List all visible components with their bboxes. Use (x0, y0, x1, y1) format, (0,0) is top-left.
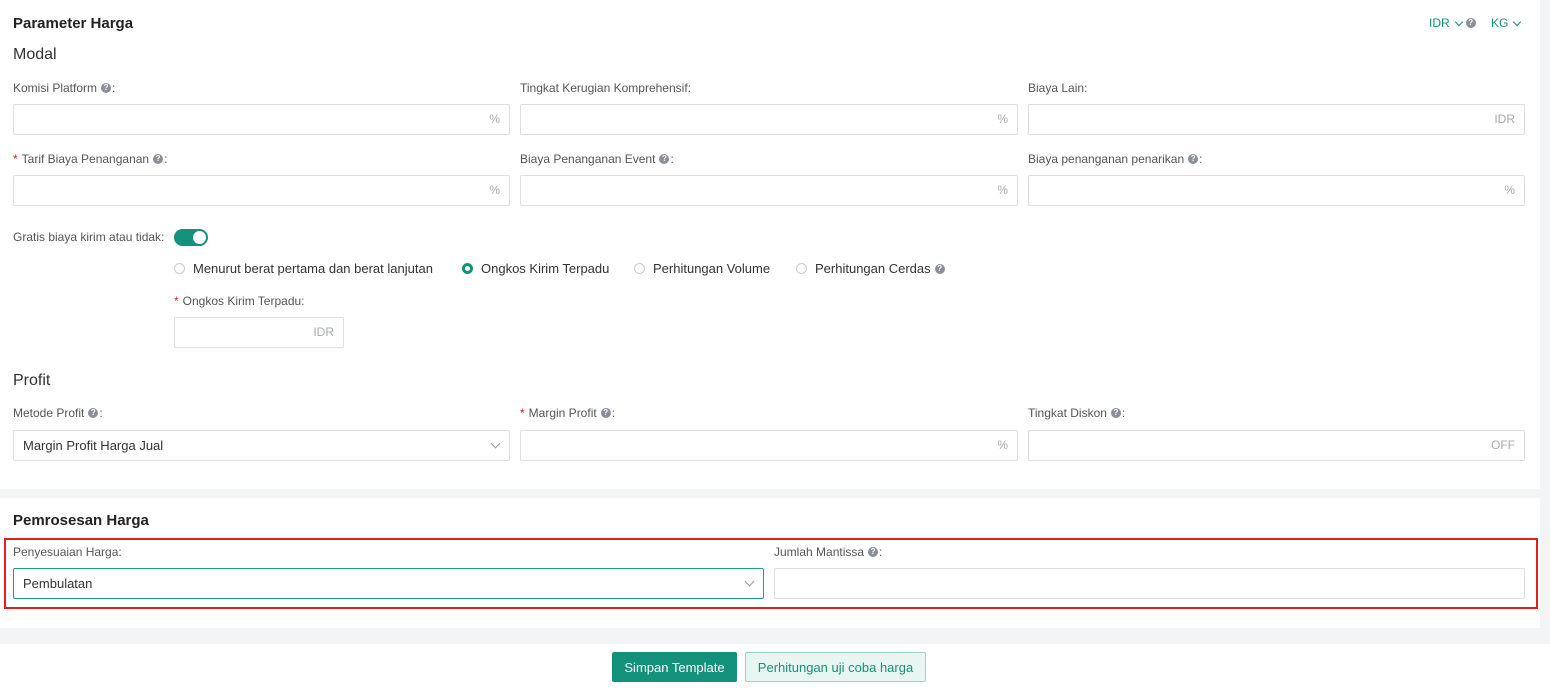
percent-suffix: % (997, 183, 1008, 197)
percent-suffix: % (1504, 183, 1515, 197)
free-shipping-toggle[interactable] (174, 229, 208, 246)
radio-icon (174, 263, 185, 274)
help-icon: ? (934, 263, 945, 274)
subsection-title-modal: Modal (13, 46, 57, 63)
profit-method-select[interactable]: Margin Profit Harga Jual (13, 430, 510, 461)
label-text: Metode Profit (13, 406, 85, 420)
help-icon: ? (1465, 18, 1476, 28)
subsection-title-profit: Profit (13, 372, 51, 389)
select-value: Margin Profit Harga Jual (23, 438, 164, 453)
platform-commission-label: Komisi Platform ?: (13, 81, 116, 95)
label-text: Tarif Biaya Penanganan (21, 152, 150, 166)
highlight-box (4, 538, 1538, 609)
radio-label: Ongkos Kirim Terpadu (481, 261, 610, 276)
loss-rate-input[interactable]: % (520, 104, 1018, 135)
required-marker: * (13, 152, 18, 166)
loss-rate-label: Tingkat Kerugian Komprehensif: (520, 81, 691, 95)
label-text: Biaya Penanganan Event (520, 152, 656, 166)
shipping-option-volume[interactable]: Perhitungan Volume (634, 261, 770, 276)
label-text: Komisi Platform (13, 81, 98, 95)
currency-value: IDR (1429, 16, 1450, 30)
shipping-option-unified[interactable]: Ongkos Kirim Terpadu (462, 261, 609, 276)
percent-suffix: % (997, 438, 1008, 452)
currency-selector[interactable]: IDR ? (1429, 16, 1476, 30)
withdrawal-fee-label: Biaya penanganan penarikan ?: (1028, 152, 1203, 166)
handling-fee-rate-input[interactable]: % (13, 175, 510, 206)
label-text: Margin Profit (528, 406, 597, 420)
off-suffix: OFF (1491, 438, 1515, 452)
other-cost-label: Biaya Lain: (1028, 81, 1087, 95)
save-template-button[interactable]: Simpan Template (612, 652, 737, 682)
toggle-knob (193, 231, 206, 244)
section-title-price-processing: Pemrosesan Harga (13, 512, 149, 529)
chevron-down-icon (1454, 17, 1463, 26)
unified-shipping-input[interactable]: IDR (174, 317, 344, 348)
radio-label: Perhitungan Cerdas (815, 261, 931, 276)
label-text: Tingkat Diskon (1028, 406, 1107, 420)
label-text: Ongkos Kirim Terpadu: (182, 294, 305, 308)
radio-selected-icon (462, 263, 473, 274)
help-icon: ? (88, 408, 99, 418)
weight-unit-value: KG (1491, 16, 1509, 30)
other-cost-input[interactable]: IDR (1028, 104, 1525, 135)
help-icon: ? (600, 408, 611, 418)
help-icon: ? (101, 83, 112, 93)
weight-unit-selector[interactable]: KG (1491, 16, 1524, 30)
label-text: Biaya penanganan penarikan (1028, 152, 1185, 166)
currency-suffix: IDR (1494, 112, 1515, 126)
percent-suffix: % (997, 112, 1008, 126)
help-icon: ? (1110, 408, 1121, 418)
profit-margin-input[interactable]: % (520, 430, 1018, 461)
currency-suffix: IDR (313, 325, 334, 339)
radio-label: Perhitungan Volume (653, 261, 771, 276)
help-icon: ? (1188, 154, 1199, 164)
radio-icon (796, 263, 807, 274)
unified-shipping-label: * Ongkos Kirim Terpadu: (174, 294, 305, 308)
required-marker: * (174, 294, 179, 308)
radio-icon (634, 263, 645, 274)
section-title-price-params: Parameter Harga (13, 15, 134, 32)
discount-rate-input[interactable]: OFF (1028, 430, 1525, 461)
label-text: Biaya Lain: (1028, 81, 1088, 95)
platform-commission-input[interactable]: % (13, 104, 510, 135)
event-handling-fee-label: Biaya Penanganan Event ?: (520, 152, 674, 166)
percent-suffix: % (489, 112, 500, 126)
event-handling-fee-input[interactable]: % (520, 175, 1018, 206)
radio-label: Menurut berat pertama dan berat lanjutan (193, 261, 433, 276)
label-text: Tingkat Kerugian Komprehensif: (520, 81, 691, 95)
shipping-option-smart[interactable]: Perhitungan Cerdas ? (796, 261, 945, 276)
help-icon: ? (659, 154, 670, 164)
profit-method-label: Metode Profit ?: (13, 406, 103, 420)
chevron-down-icon (490, 438, 501, 449)
shipping-option-weight[interactable]: Menurut berat pertama dan berat lanjutan (174, 261, 433, 276)
withdrawal-fee-input[interactable]: % (1028, 175, 1525, 206)
profit-margin-label: * Margin Profit ?: (520, 406, 616, 420)
handling-fee-rate-label: * Tarif Biaya Penanganan ?: (13, 152, 168, 166)
help-icon: ? (153, 154, 164, 164)
percent-suffix: % (489, 183, 500, 197)
price-trial-button[interactable]: Perhitungan uji coba harga (745, 652, 926, 682)
required-marker: * (520, 406, 525, 420)
footer-bar: Simpan Template Perhitungan uji coba har… (0, 644, 1550, 690)
chevron-down-icon (1513, 17, 1522, 26)
price-parameters-card: Parameter Harga IDR ? KG Modal Komisi Pl… (0, 0, 1540, 489)
free-shipping-label: Gratis biaya kirim atau tidak: (13, 230, 165, 244)
discount-rate-label: Tingkat Diskon ?: (1028, 406, 1126, 420)
